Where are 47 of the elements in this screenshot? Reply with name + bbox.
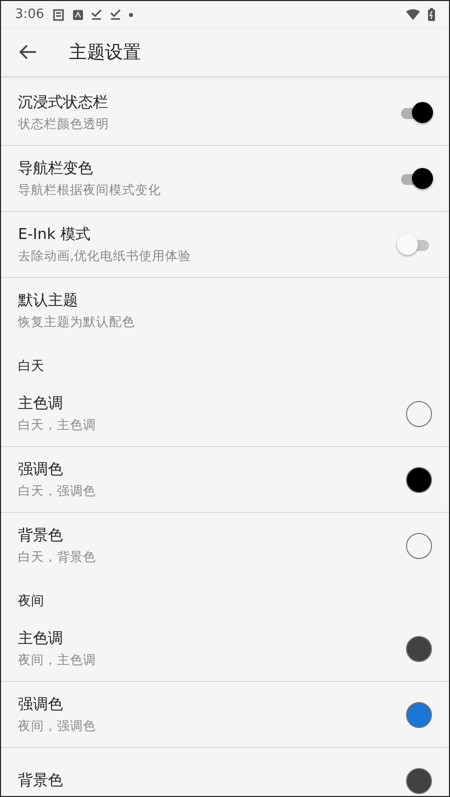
back-button[interactable] [19, 44, 37, 60]
section-header: 夜间 [17, 593, 45, 611]
color-swatch[interactable] [406, 702, 432, 728]
setting-title: 沉浸式状态栏 [18, 92, 109, 113]
setting-title: 强调色 [18, 694, 64, 715]
settings-row[interactable]: 强调色 夜间，强调色 [1, 681, 449, 747]
setting-title: 背景色 [18, 525, 64, 546]
setting-summary: 白天，背景色 [18, 548, 97, 566]
dot-icon [129, 12, 134, 16]
setting-summary: 去除动画,优化电纸书使用体验 [18, 247, 192, 265]
notification-icon [52, 8, 66, 22]
setting-summary: 状态栏颜色透明 [18, 115, 110, 133]
section-header: 白天 [17, 358, 45, 376]
color-swatch[interactable] [406, 636, 432, 662]
settings-row[interactable]: 沉浸式状态栏 状态栏颜色透明 [1, 80, 449, 145]
status-time: 3:06 [15, 7, 44, 22]
settings-row[interactable]: 导航栏变色 导航栏根据夜间模式变化 [1, 145, 449, 211]
settings-row[interactable]: 强调色 白天，强调色 [1, 446, 449, 512]
setting-summary: 夜间，主色调 [18, 651, 97, 669]
setting-summary: 恢复主题为默认配色 [18, 313, 136, 331]
check-icon [91, 9, 102, 20]
setting-title: 主色调 [18, 628, 64, 649]
setting-summary: 白天，主色调 [18, 416, 97, 434]
settings-row[interactable]: 背景色 [1, 747, 449, 796]
setting-title: E-Ink 模式 [18, 224, 92, 245]
setting-title: 导航栏变色 [18, 158, 94, 179]
image-icon [73, 10, 84, 20]
setting-summary: 白天，强调色 [18, 482, 97, 500]
battery-icon [428, 8, 435, 21]
color-swatch[interactable] [406, 466, 432, 492]
page-title: 主题设置 [69, 41, 141, 64]
check-icon [110, 9, 122, 20]
color-swatch[interactable] [406, 532, 432, 558]
settings-row[interactable]: E-Ink 模式 去除动画,优化电纸书使用体验 [1, 211, 449, 277]
setting-title: 强调色 [18, 459, 64, 480]
setting-title: 默认主题 [18, 290, 79, 311]
settings-row[interactable]: 默认主题 恢复主题为默认配色 [1, 277, 449, 343]
setting-summary: 导航栏根据夜间模式变化 [18, 181, 162, 199]
settings-row[interactable]: 主色调 白天，主色调 [1, 381, 449, 446]
setting-title: 主色调 [18, 393, 64, 414]
settings-row[interactable]: 背景色 白天，背景色 [1, 512, 449, 578]
setting-title: 背景色 [18, 770, 64, 791]
color-swatch[interactable] [406, 400, 432, 426]
setting-summary: 夜间，强调色 [18, 717, 97, 735]
wifi-icon [406, 9, 420, 20]
color-swatch[interactable] [406, 768, 432, 794]
settings-row[interactable]: 主色调 夜间，主色调 [1, 616, 449, 681]
